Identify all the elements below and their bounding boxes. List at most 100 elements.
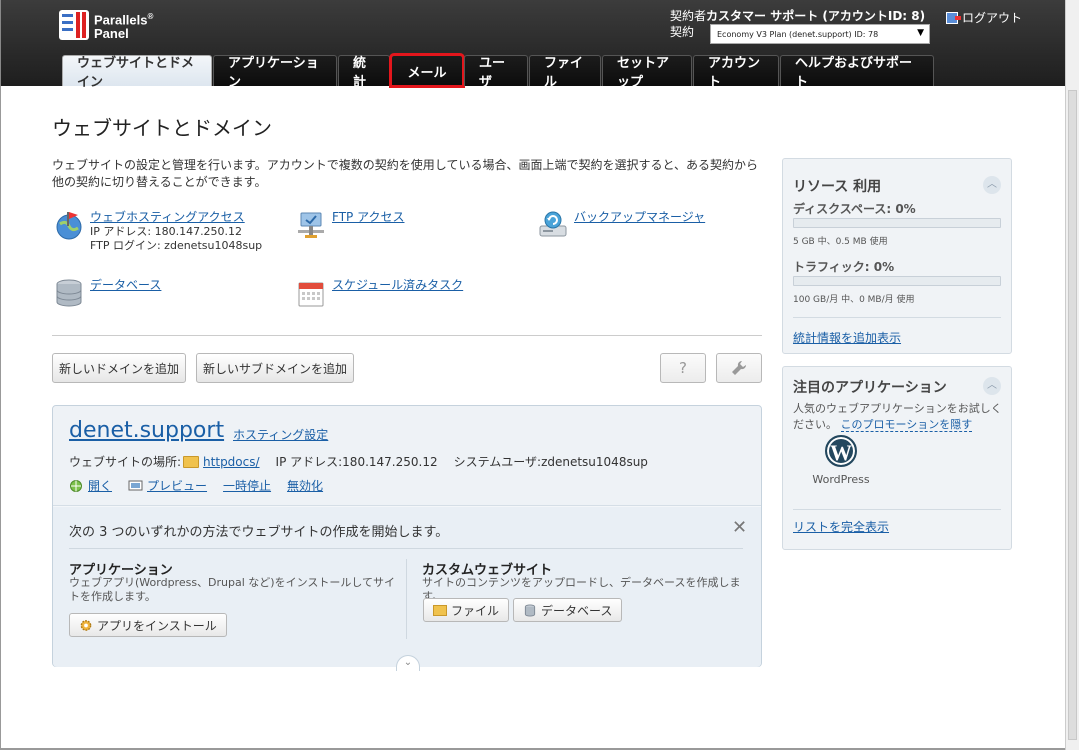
system-user-value: zdenetsu1048sup	[541, 454, 648, 469]
tab-label: ユーザ	[479, 56, 506, 90]
wrench-icon	[732, 360, 747, 375]
disk-space-bar	[793, 218, 1001, 228]
system-user-label: システムユーザ:	[453, 455, 542, 469]
install-app-button[interactable]: アプリをインストール	[69, 613, 227, 637]
ip-value: 180.147.250.12	[342, 454, 438, 469]
tab-label: ウェブサイトとドメイン	[77, 56, 195, 90]
gear-icon	[80, 619, 92, 631]
tab-setup[interactable]: セットアップ	[602, 55, 692, 90]
logo-mark: ®	[147, 12, 154, 22]
databases-link[interactable]: データベース	[90, 278, 161, 292]
add-domain-button[interactable]: 新しいドメインを追加	[52, 353, 186, 383]
ftp-access-link[interactable]: FTP アクセス	[332, 210, 404, 224]
tab-mail[interactable]: メール	[389, 53, 465, 88]
quick-databases: データベース	[54, 278, 161, 308]
vertical-scrollbar[interactable]	[1065, 0, 1079, 750]
tab-account[interactable]: アカウント	[693, 55, 779, 90]
preview-link[interactable]: プレビュー	[147, 477, 207, 494]
databases-button-label: データベース	[541, 603, 613, 618]
logo-line2: Panel	[94, 25, 129, 41]
frame-left-edge	[0, 86, 1, 750]
tab-label: アカウント	[708, 56, 761, 90]
logout-label: ログアウト	[962, 11, 1023, 25]
httpdocs-link[interactable]: httpdocs/	[203, 455, 259, 469]
featured-apps-panel: 注目のアプリケーション ︿ 人気のウェブアプリケーションをお試しください。 この…	[782, 366, 1012, 550]
wordpress-app[interactable]: W WordPress	[808, 435, 874, 486]
domain-actions: 開く プレビュー 一時停止 無効化	[69, 477, 339, 494]
page-intro: ウェブサイトの設定と管理を行います。アカウントで複数の契約を使用している場合、画…	[52, 158, 758, 189]
subscription-select[interactable]: Economy V3 Plan (denet.support) ID: 78 ▼	[710, 24, 930, 44]
tab-users[interactable]: ユーザ	[464, 55, 528, 90]
tab-label: ファイル	[544, 56, 584, 90]
tab-label: 統計	[353, 56, 367, 90]
parallels-logo[interactable]: Parallels® Panel	[59, 10, 153, 40]
tab-label: ヘルプおよびサポート	[795, 56, 913, 90]
resource-usage-panel: リソース 利用 ︿ ディスクスペース: 0% 5 GB 中、0.5 MB 使用 …	[782, 158, 1012, 354]
logout-icon	[946, 11, 961, 24]
help-button[interactable]: ?	[660, 353, 706, 383]
traffic-label: トラフィック: 0%	[793, 260, 895, 274]
backup-manager-link[interactable]: バックアップマネージャ	[574, 210, 705, 224]
featured-separator	[793, 509, 1001, 510]
scheduled-tasks-link[interactable]: スケジュール済みタスク	[332, 278, 463, 292]
main-tabs: ウェブサイトとドメイン アプリケーション 統計 メール ユーザ ファイル セット…	[62, 53, 935, 90]
logout-link[interactable]: ログアウト	[946, 9, 1022, 26]
folder-icon	[183, 455, 200, 468]
quick-hosting-access: ウェブホスティングアクセス IP アドレス: 180.147.250.12 FT…	[54, 210, 262, 253]
quick-backup-manager: バックアップマネージャ	[538, 210, 705, 240]
chevron-down-icon[interactable]: ⌄	[396, 655, 420, 671]
databases-button[interactable]: データベース	[513, 598, 623, 622]
files-button[interactable]: ファイル	[423, 598, 510, 622]
show-all-apps-link[interactable]: リストを完全表示	[793, 518, 889, 535]
scrollbar-thumb[interactable]	[1068, 90, 1077, 740]
subscription-label: 契約	[670, 25, 695, 39]
disk-space-detail: 5 GB 中、0.5 MB 使用	[793, 237, 888, 247]
tab-websites-domains[interactable]: ウェブサイトとドメイン	[62, 55, 212, 90]
add-subdomain-button[interactable]: 新しいサブドメインを追加	[196, 353, 354, 383]
tab-files[interactable]: ファイル	[529, 55, 601, 90]
wordpress-label: WordPress	[812, 473, 870, 486]
header-bar: Parallels® Panel 契約者カスタマー サポート (アカウントID:…	[0, 0, 1065, 90]
quick-ftp-access: FTP アクセス	[296, 210, 404, 240]
location-label: ウェブサイトの場所:	[69, 455, 182, 469]
collapse-up-icon[interactable]: ︿	[983, 377, 1001, 395]
hosting-access-link[interactable]: ウェブホスティングアクセス	[90, 210, 245, 224]
disable-link[interactable]: 無効化	[287, 477, 323, 494]
open-globe-icon	[70, 480, 82, 492]
tab-label: セットアップ	[617, 56, 670, 90]
backup-drive-icon	[539, 211, 567, 237]
tab-label: メール	[407, 65, 447, 81]
featured-apps-desc: 人気のウェブアプリケーションをお試しください。 このプロモーションを隠す	[793, 401, 1005, 433]
owner-label: 契約者	[670, 9, 707, 23]
tools-button[interactable]	[716, 353, 762, 383]
hide-promo-link[interactable]: このプロモーションを隠す	[840, 418, 973, 432]
ip-label: IP アドレス:	[275, 455, 343, 469]
open-link[interactable]: 開く	[88, 477, 112, 494]
files-button-label: ファイル	[451, 603, 500, 618]
preview-icon	[128, 480, 143, 491]
domain-name-link[interactable]: denet.support	[69, 418, 224, 443]
resource-usage-title: リソース 利用	[793, 179, 882, 195]
logo-text: Parallels® Panel	[94, 10, 153, 39]
traffic-bar	[793, 276, 1001, 286]
suspend-link[interactable]: 一時停止	[223, 477, 271, 494]
collapse-up-icon[interactable]: ︿	[983, 176, 1001, 194]
featured-apps-title: 注目のアプリケーション	[793, 380, 947, 396]
tab-statistics[interactable]: 統計	[338, 55, 390, 90]
section-divider	[52, 335, 762, 336]
hosting-ip: IP アドレス: 180.147.250.12	[90, 225, 243, 238]
subscription-value: Economy V3 Plan (denet.support) ID: 78	[717, 29, 879, 39]
tab-help-support[interactable]: ヘルプおよびサポート	[780, 55, 934, 90]
globe-flag-icon	[56, 212, 82, 240]
more-stats-link[interactable]: 統計情報を追加表示	[793, 329, 901, 346]
tab-label: アプリケーション	[228, 56, 319, 90]
close-icon[interactable]: ✕	[732, 517, 747, 538]
install-app-label: アプリをインストール	[97, 618, 217, 633]
quick-scheduled-tasks: スケジュール済みタスク	[296, 278, 463, 308]
tab-applications[interactable]: アプリケーション	[213, 55, 337, 90]
start-website-panel: 次の 3 つのいずれかの方法でウェブサイトの作成を開始します。 ✕ アプリケーシ…	[53, 507, 761, 671]
dropdown-arrow-icon: ▼	[917, 28, 924, 38]
page-title: ウェブサイトとドメイン	[52, 116, 272, 140]
question-icon: ?	[679, 359, 687, 377]
hosting-settings-link[interactable]: ホスティング設定	[233, 426, 328, 443]
